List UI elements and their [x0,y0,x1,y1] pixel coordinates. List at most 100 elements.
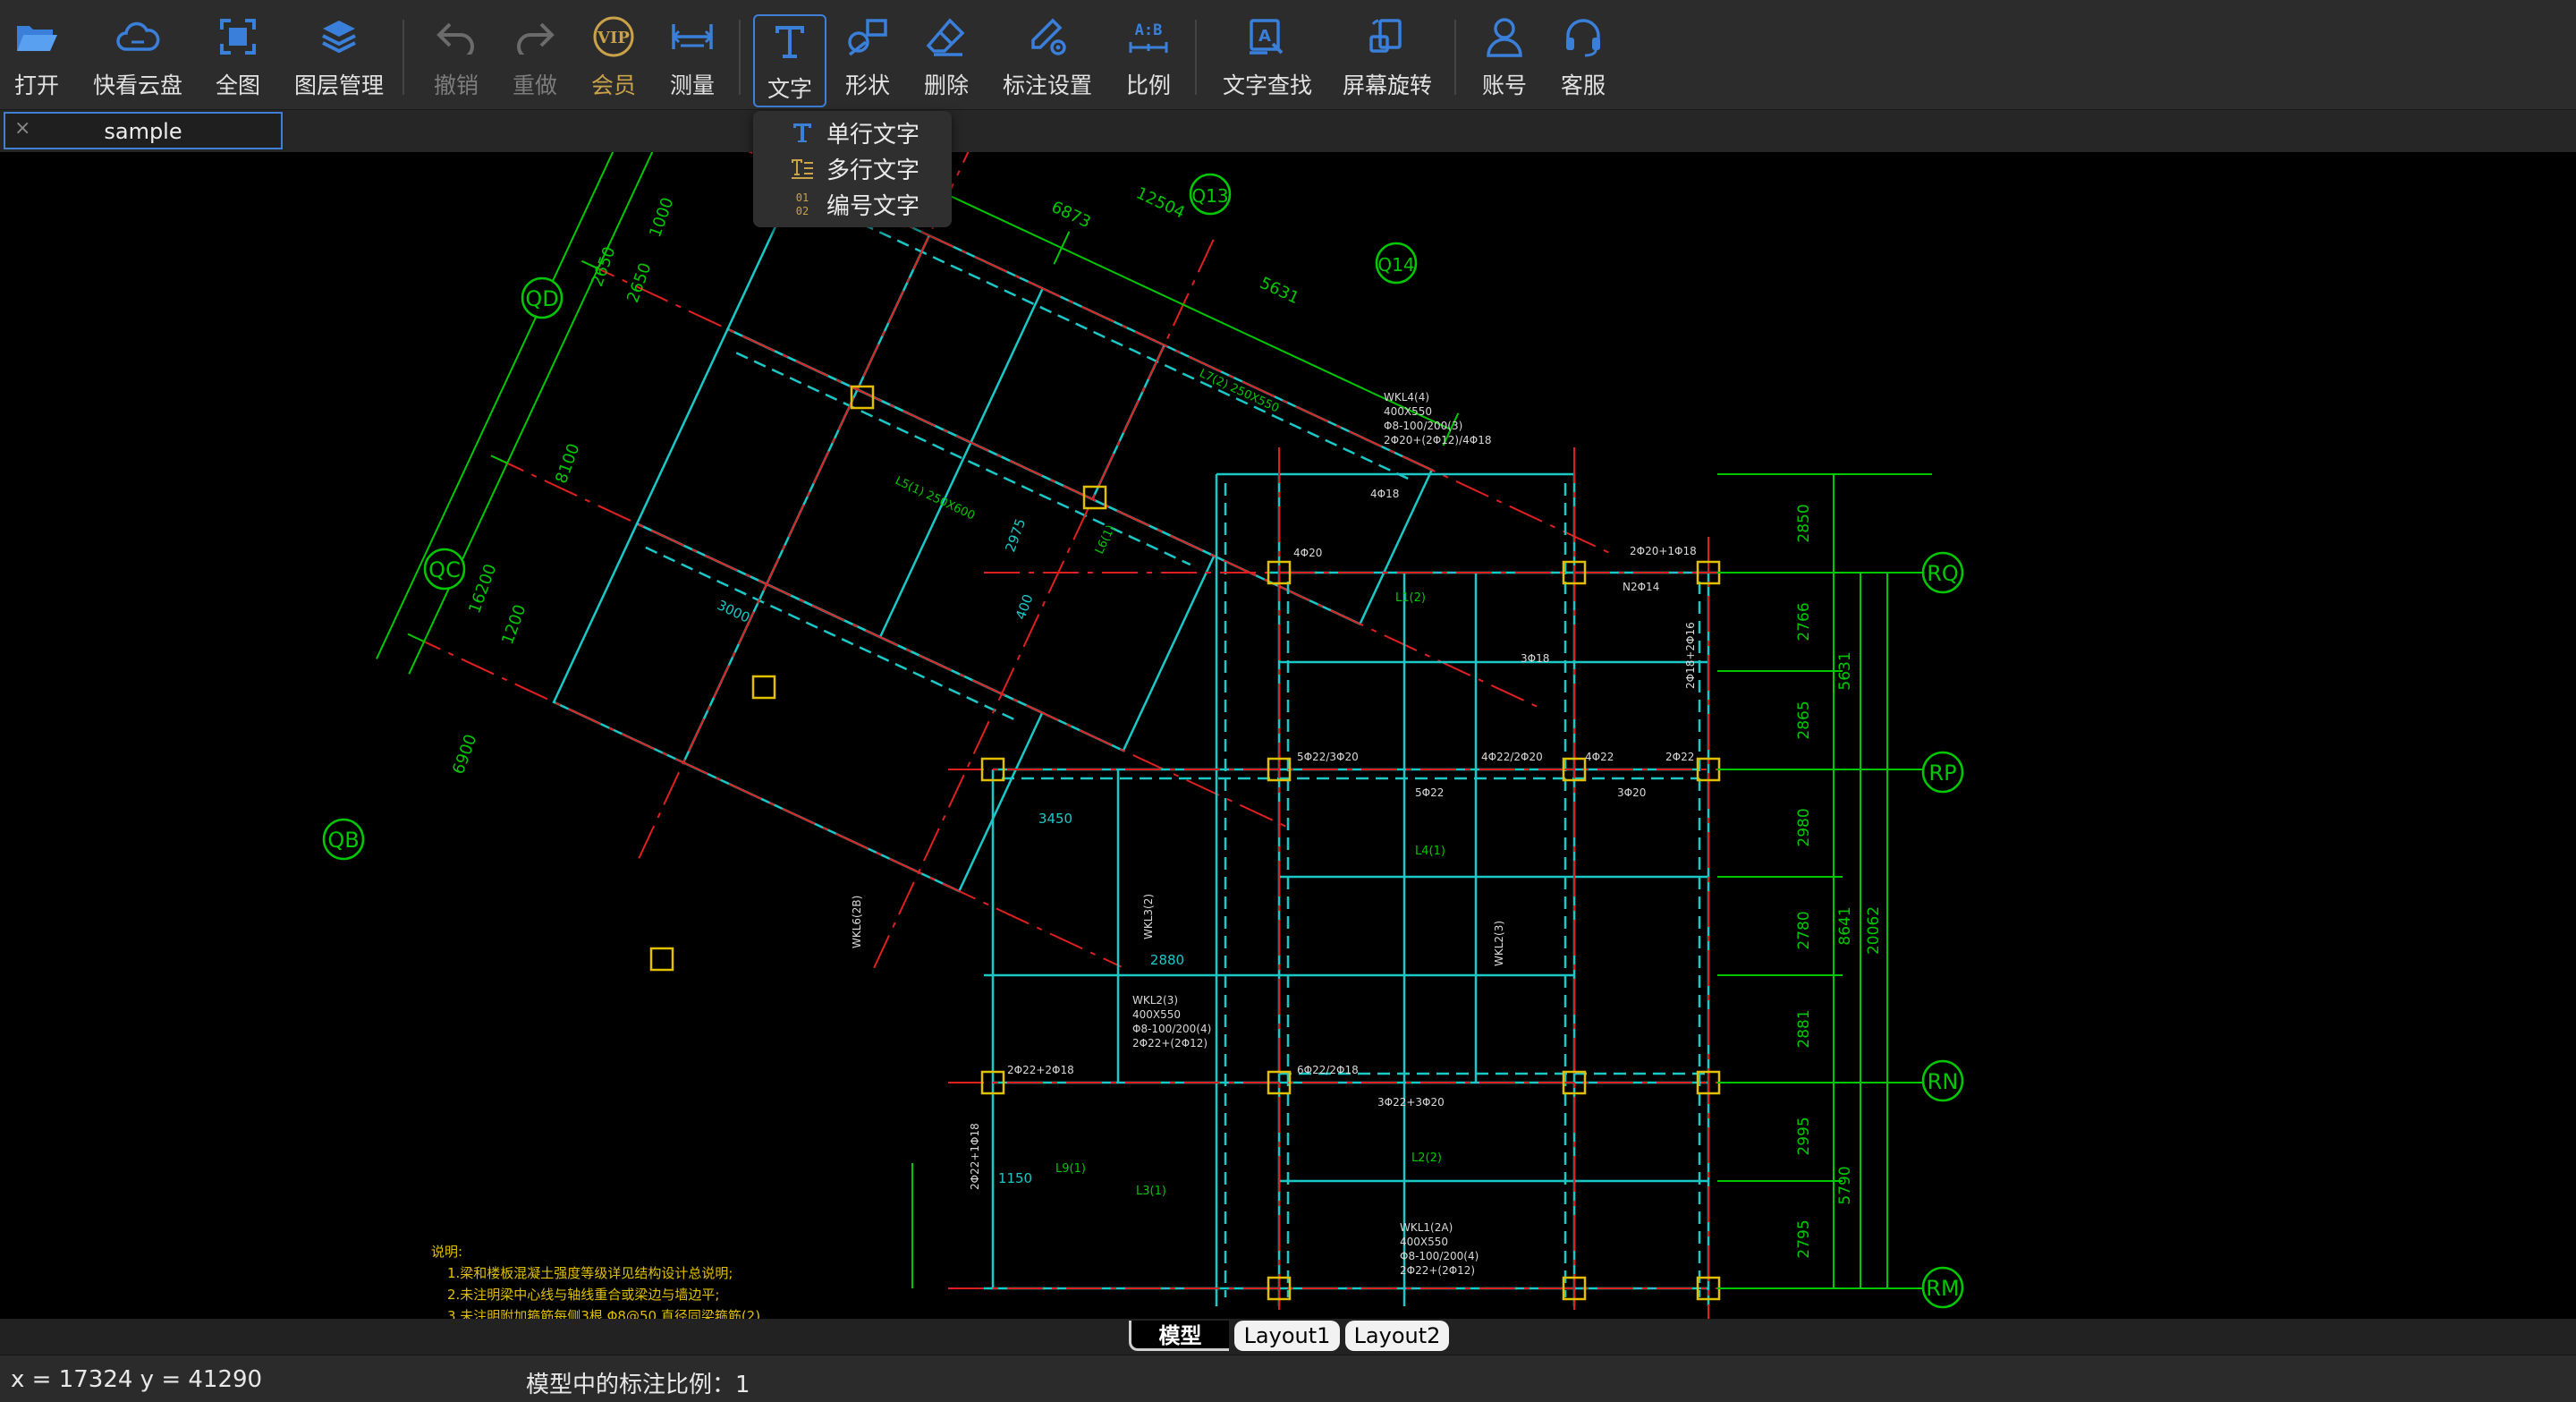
axis-label-q14: Q14 [1377,254,1414,276]
eraser-icon [926,18,965,56]
screen-rotate-button[interactable]: 屏幕旋转 [1340,13,1435,104]
svg-text:3Φ20: 3Φ20 [1617,786,1646,799]
svg-text:5790: 5790 [1836,1166,1854,1204]
redo-icon [517,22,555,55]
open-button[interactable]: 打开 [11,13,63,104]
svg-text:L7(2) 250X550: L7(2) 250X550 [1197,367,1281,415]
svg-text:2Φ20+(2Φ12)/4Φ18: 2Φ20+(2Φ12)/4Φ18 [1384,434,1492,446]
svg-text:6900: 6900 [449,732,480,777]
separator [1454,20,1456,95]
screen-rotate-icon [1369,19,1402,53]
cursor-coordinates: x = 17324 y = 41290 [11,1366,263,1393]
menu-item-label: 编号文字 [826,192,920,220]
tab-model[interactable]: 模型 [1129,1321,1229,1351]
design-notes: 说明: 1.梁和楼板混凝土强度等级详见结构设计总说明; 2.未注明梁中心线与轴线… [431,1244,760,1319]
svg-text:2880: 2880 [1150,952,1184,968]
text-search-label: 文字查找 [1222,72,1312,98]
svg-text:02: 02 [796,205,809,217]
annotation-settings-icon [1031,18,1066,55]
axis-label-q13: Q13 [1191,185,1228,207]
cad-drawing: RQ RP RN RM QD QC QB Q13 Q14 2850 2766 2… [322,152,1964,1319]
account-button[interactable]: 账号 [1479,13,1530,104]
columns [649,385,1721,1301]
measure-button[interactable]: 测量 [667,13,717,104]
svg-text:3Φ22+3Φ20: 3Φ22+3Φ20 [1377,1096,1445,1109]
text-button[interactable]: 文字 [753,14,826,107]
svg-text:1.梁和楼板混凝土强度等级详见结构设计总说明;: 1.梁和楼板混凝土强度等级详见结构设计总说明; [447,1265,733,1281]
svg-text:2865: 2865 [1795,701,1813,739]
axis-label-rq: RQ [1927,561,1959,586]
svg-text:L4(1): L4(1) [1415,845,1445,858]
multi-line-text-icon [792,159,813,179]
axis-bubble-labels: RQ RP RN RM QD QC QB Q13 Q14 [327,185,1959,1301]
scale-label: 比例 [1125,72,1171,98]
svg-text:8100: 8100 [552,441,583,486]
svg-text:2850: 2850 [1795,504,1813,542]
cloud-icon [116,21,160,51]
customer-service-button[interactable]: 客服 [1558,13,1608,104]
customer-service-label: 客服 [1560,72,1606,98]
svg-text:2.未注明梁中心线与轴线重合或梁边与墙边平;: 2.未注明梁中心线与轴线重合或梁边与墙边平; [447,1287,719,1303]
text-label: 文字 [767,76,812,102]
menu-item-multi-line-text[interactable]: 多行文字 [753,150,952,186]
svg-text:1000: 1000 [646,195,677,240]
right-dimension-texts: 2850 2766 2865 2980 2780 2881 2995 2795 … [1795,504,1883,1258]
text-dropdown-menu: 单行文字 多行文字 01 02 编号文字 [753,111,952,227]
cloud-disk-label: 快看云盘 [92,72,182,98]
svg-text:2Φ22+(2Φ12): 2Φ22+(2Φ12) [1132,1037,1208,1049]
fit-view-button[interactable]: 全图 [213,13,263,104]
svg-text:3450: 3450 [1038,811,1072,827]
svg-text:2Φ18+2Φ16: 2Φ18+2Φ16 [1684,622,1697,689]
screen-rotate-label: 屏幕旋转 [1342,72,1432,98]
layer-manager-button[interactable]: 图层管理 [292,13,386,104]
toolbar: 打开 快看云盘 全图 图层管理 撤销 重做 VIP 会员 测量 文字 形状 删除 [0,0,2576,110]
undo-button[interactable]: 撤销 [431,13,481,104]
cyan-dimension-texts: 3000 3450 2880 1150 2975 400 [715,516,1184,1186]
tab-layout1[interactable]: Layout1 [1234,1321,1340,1351]
redo-button[interactable]: 重做 [510,13,560,104]
svg-text:2Φ22: 2Φ22 [1665,751,1694,763]
rebar-tags: 2Φ20+1Φ18 4Φ20 4Φ18 3Φ18 5Φ22/3Φ20 4Φ22/… [969,488,1697,1190]
text-search-button[interactable]: A 文字查找 [1220,13,1315,104]
svg-text:N2Φ14: N2Φ14 [1623,581,1659,593]
axis-label-qb: QB [327,828,359,853]
svg-text:2881: 2881 [1795,1009,1813,1048]
annotation-settings-button[interactable]: 标注设置 [1000,13,1095,104]
axis-label-rp: RP [1928,760,1956,786]
svg-text:说明:: 说明: [431,1244,462,1260]
svg-text:2980: 2980 [1795,808,1813,846]
status-bar: x = 17324 y = 41290 模型中的标注比例：1 [0,1355,2576,1402]
svg-text:20062: 20062 [1865,906,1883,955]
scale-button[interactable]: A:B 比例 [1123,13,1174,104]
svg-text:WKL3(2): WKL3(2) [1142,894,1155,939]
svg-text:L9(1): L9(1) [1055,1162,1086,1176]
undo-label: 撤销 [433,72,479,98]
menu-item-numbered-text[interactable]: 01 02 编号文字 [753,186,952,222]
delete-button[interactable]: 删除 [921,13,971,104]
layer-manager-label: 图层管理 [293,72,384,98]
shapes-button[interactable]: 形状 [843,13,893,104]
account-icon [1487,18,1522,57]
text-search-icon: A [1250,19,1284,55]
svg-text:5631: 5631 [1257,274,1301,308]
vip-button[interactable]: VIP 会员 [589,13,639,104]
document-tab-sample[interactable]: × sample [4,112,283,149]
svg-text:2995: 2995 [1795,1117,1813,1155]
tab-layout2[interactable]: Layout2 [1345,1321,1449,1351]
cloud-disk-button[interactable]: 快看云盘 [89,13,186,104]
numbered-text-icon: 0102 [796,191,809,217]
menu-item-single-line-text[interactable]: 单行文字 [753,115,952,150]
document-tab-bar: × sample [0,110,2576,152]
scale-icon: A:B [1129,21,1168,53]
svg-text:L2(2): L2(2) [1411,1151,1442,1165]
svg-text:2975: 2975 [1002,516,1029,554]
vip-label: 会员 [590,72,636,98]
svg-text:400X550: 400X550 [1400,1236,1448,1248]
svg-text:L1(2): L1(2) [1395,591,1426,605]
svg-text:400: 400 [1013,592,1037,622]
main-frame [984,472,1717,1306]
drawing-canvas[interactable]: RQ RP RN RM QD QC QB Q13 Q14 2850 2766 2… [0,152,2576,1319]
svg-text:4Φ22: 4Φ22 [1585,751,1614,763]
svg-text:2Φ22+(2Φ12): 2Φ22+(2Φ12) [1400,1264,1475,1277]
svg-text:16200: 16200 [465,562,500,616]
